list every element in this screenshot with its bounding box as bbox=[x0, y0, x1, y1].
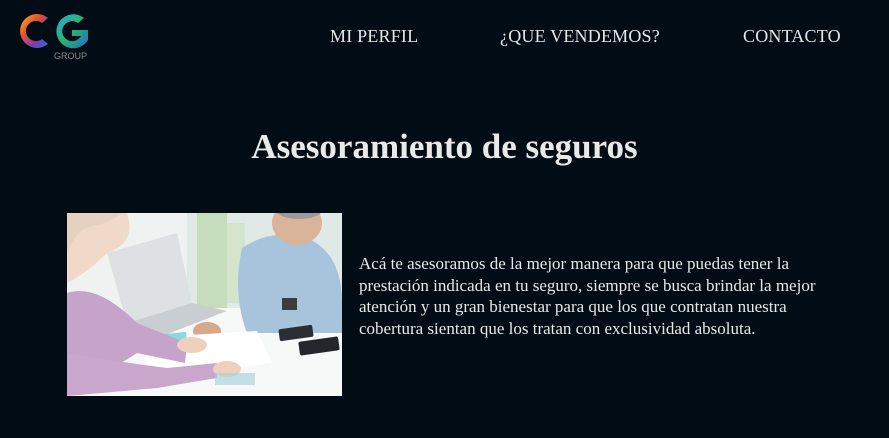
description-text: Acá te asesoramos de la mejor manera par… bbox=[359, 254, 816, 338]
consultation-photo bbox=[67, 213, 342, 396]
brand-logo[interactable]: GROUP bbox=[14, 8, 96, 62]
nav-mi-perfil[interactable]: MI PERFIL bbox=[330, 26, 418, 47]
nav-que-vendemos[interactable]: ¿QUE VENDEMOS? bbox=[500, 26, 660, 47]
logo-subtext: GROUP bbox=[54, 51, 87, 61]
page-title: Asesoramiento de seguros bbox=[251, 127, 638, 166]
cg-group-logo-icon: GROUP bbox=[20, 14, 88, 61]
nav-contacto[interactable]: CONTACTO bbox=[743, 26, 841, 47]
